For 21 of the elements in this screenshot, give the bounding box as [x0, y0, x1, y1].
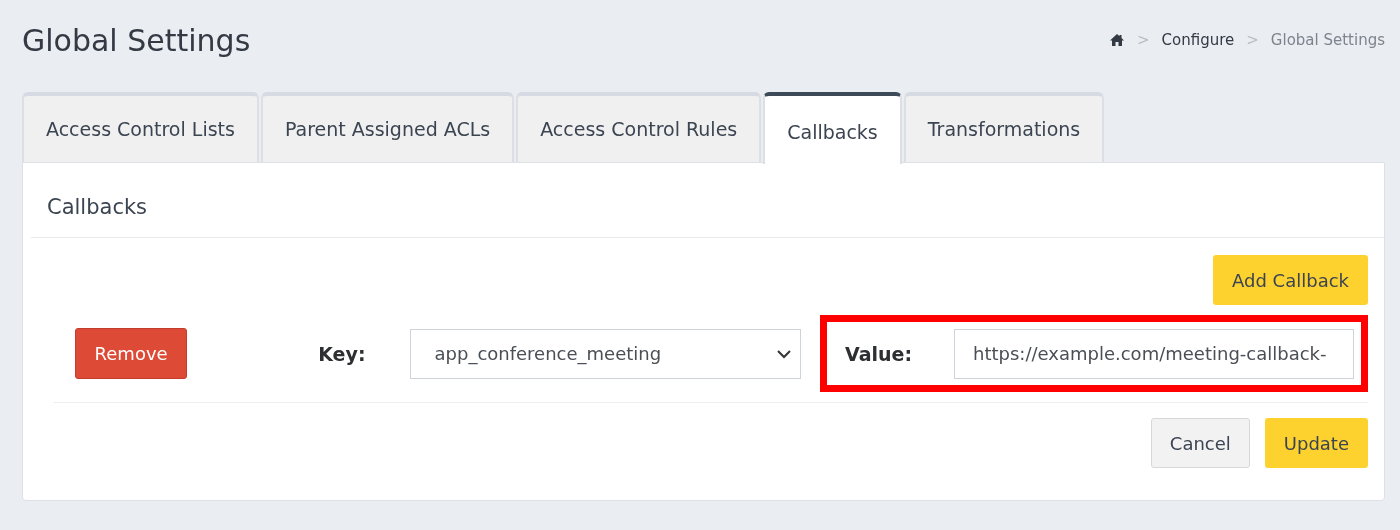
- breadcrumb-link[interactable]: Configure: [1161, 31, 1235, 49]
- breadcrumb-current: Global Settings: [1270, 31, 1385, 49]
- chevron-down-icon: [776, 348, 792, 359]
- update-button[interactable]: Update: [1264, 418, 1368, 468]
- cancel-button[interactable]: Cancel: [1150, 418, 1250, 468]
- breadcrumb-separator: >: [1137, 31, 1150, 49]
- panel-title: Callbacks: [31, 163, 1384, 238]
- tab[interactable]: Parent Assigned ACLs: [260, 92, 515, 162]
- tab[interactable]: Access Control Lists: [22, 92, 259, 162]
- tab[interactable]: Callbacks: [763, 92, 902, 164]
- value-input-field[interactable]: https://example.com/meeting-callback-: [954, 328, 1354, 379]
- page-title: Global Settings: [22, 22, 251, 58]
- field-label: Value:: [845, 342, 912, 365]
- remove-button[interactable]: Remove: [75, 328, 188, 379]
- tab[interactable]: Access Control Rules: [516, 92, 762, 162]
- key-select[interactable]: app_conference_meeting: [409, 328, 801, 379]
- field-label: Key:: [318, 342, 366, 365]
- add-callback-button[interactable]: Add Callback: [1213, 255, 1368, 305]
- breadcrumb-separator: >: [1246, 31, 1259, 49]
- tab[interactable]: Transformations: [903, 92, 1105, 162]
- home-icon[interactable]: [1109, 33, 1125, 47]
